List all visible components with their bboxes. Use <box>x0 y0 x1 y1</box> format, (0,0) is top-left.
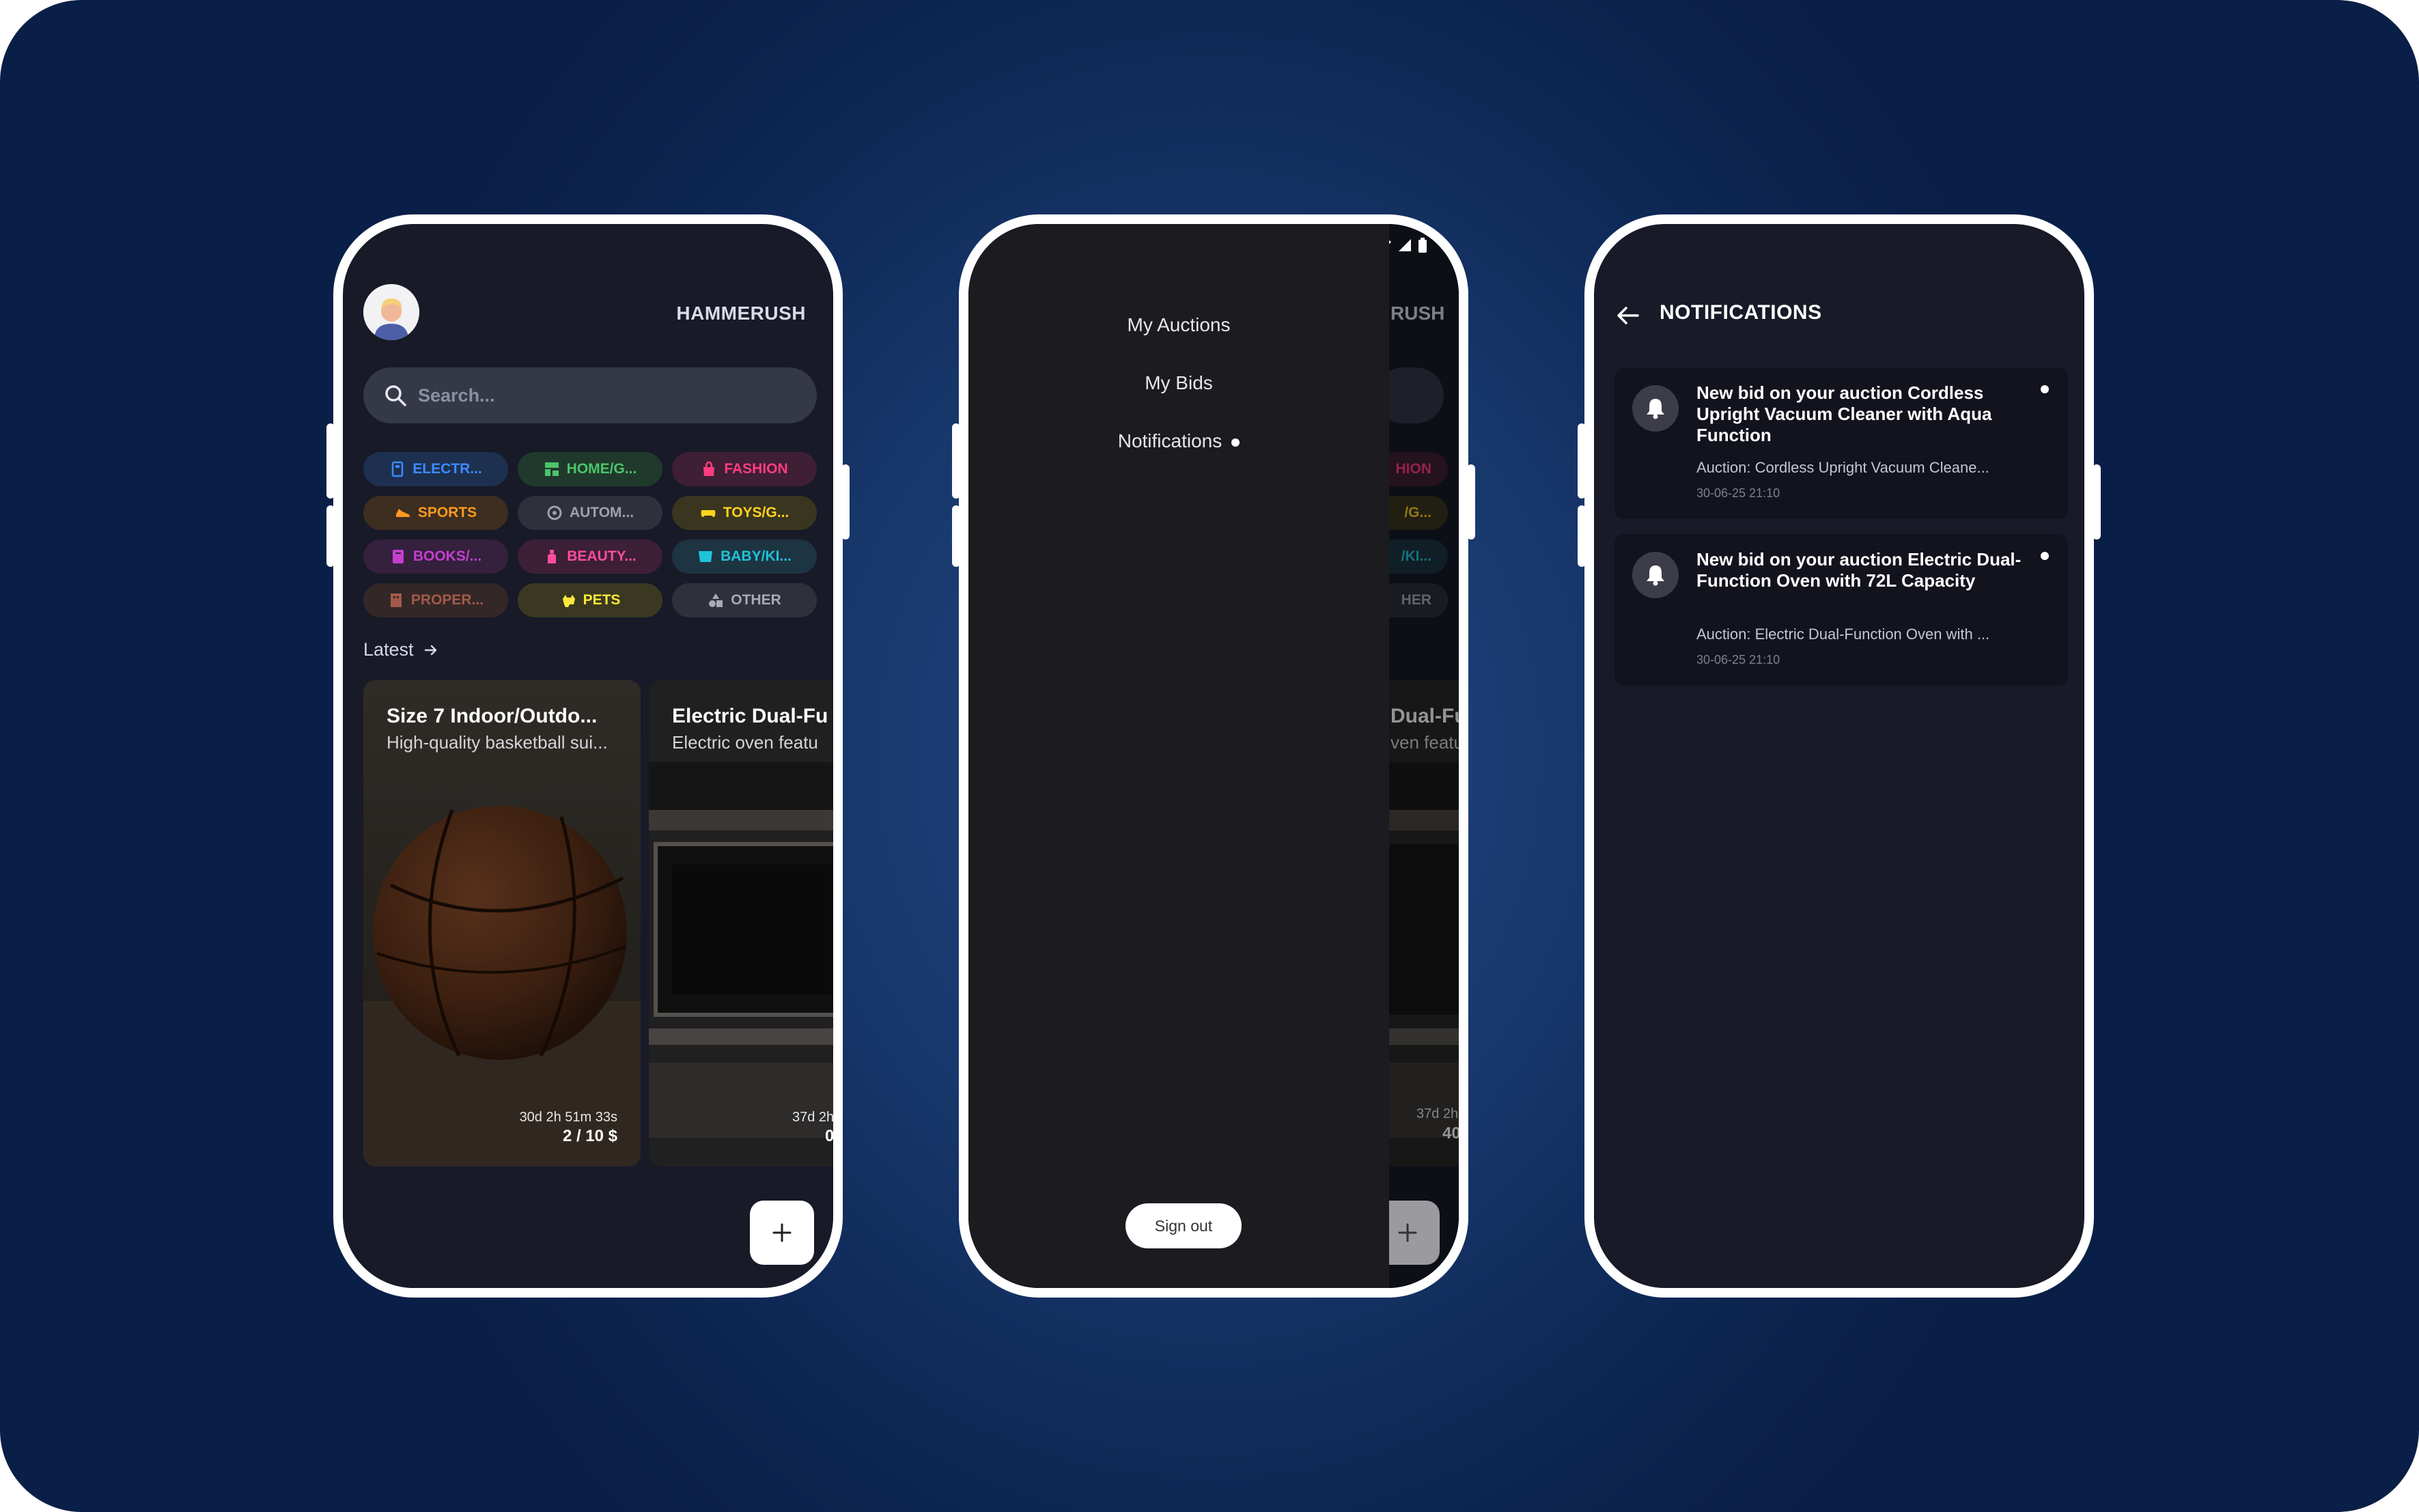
notification-avatar <box>1632 552 1679 598</box>
category-chip[interactable]: PROPER... <box>363 583 508 617</box>
arrow-right-icon <box>424 645 436 655</box>
plus-icon <box>1398 1223 1417 1242</box>
category-label: SPORTS <box>417 505 477 520</box>
category-label: BEAUTY... <box>567 548 637 564</box>
category-chip[interactable]: TOYS/G... <box>672 496 817 530</box>
search-bar[interactable] <box>363 367 817 423</box>
sports-shoe-icon <box>395 509 410 517</box>
search-input[interactable] <box>418 377 800 414</box>
card-time-left: 37d 2h <box>792 1110 833 1125</box>
card-price: 0 <box>825 1127 833 1146</box>
automotive-wheel-icon <box>547 505 562 520</box>
notification-title: New bid on your auction Cordless Upright… <box>1696 382 1992 445</box>
shapes-icon <box>709 593 723 607</box>
category-chip[interactable]: PETS <box>518 583 662 617</box>
unread-dot <box>2041 385 2049 393</box>
category-label: PROPER... <box>410 592 484 608</box>
bell-icon <box>1647 399 1664 419</box>
property-icon <box>390 593 402 607</box>
drawer-item-notifications[interactable]: Notifications <box>968 430 1389 452</box>
notification-item[interactable]: New bid on your auction Cordless Upright… <box>1614 367 2068 519</box>
fashion-bag-icon <box>703 461 715 476</box>
latest-carousel[interactable]: Size 7 Indoor/Outdo... High-quality bask… <box>363 680 833 1166</box>
home-garden-icon <box>544 462 559 476</box>
phone-home: HAMMERUSH ELECTR... HOME/G... FASHION SPORT… <box>333 214 843 1298</box>
perfume-icon <box>548 550 557 563</box>
card-description: High-quality basketball sui... <box>387 732 608 753</box>
auction-card[interactable]: Electric Dual-Fu Electric oven featu 37d… <box>649 680 833 1166</box>
book-icon <box>392 550 404 563</box>
latest-link[interactable]: Latest <box>363 639 438 660</box>
category-chip[interactable]: ELECTR... <box>363 452 508 486</box>
card-title: Electric Dual-Fu <box>672 705 828 727</box>
drawer-item-my-auctions[interactable]: My Auctions <box>968 314 1389 336</box>
category-chip[interactable]: BABY/KI... <box>672 540 817 574</box>
phone-notifications: NOTIFICATIONS New bid on your auction Co… <box>1584 214 2094 1298</box>
category-chip[interactable]: BOOKS/... <box>363 540 508 574</box>
category-label: PETS <box>583 592 621 608</box>
gamepad-icon <box>701 510 716 517</box>
notification-title: New bid on your auction Electric Dual-Fu… <box>1696 549 2022 591</box>
category-grid: ELECTR... HOME/G... FASHION SPORTS AUTOM... T… <box>363 452 817 617</box>
add-auction-button[interactable] <box>1389 1201 1440 1265</box>
category-chip[interactable]: SPORTS <box>363 496 508 530</box>
notification-time: 30-06-25 21:10 <box>1696 653 1780 667</box>
unread-dot <box>1231 438 1240 447</box>
back-arrow-icon[interactable] <box>1614 302 1642 329</box>
card-description: Electric oven featu <box>672 732 818 753</box>
category-chip[interactable]: BEAUTY... <box>518 540 662 574</box>
drawer-screen: RUSH HION /G... /KI... HER Dual-Fu ven f… <box>968 224 1459 1288</box>
latest-label: Latest <box>363 639 414 660</box>
scrim <box>1389 224 1459 1288</box>
signal-icon <box>1399 239 1411 251</box>
category-label: BOOKS/... <box>413 548 482 564</box>
add-auction-button[interactable] <box>750 1201 814 1265</box>
category-label: AUTOM... <box>569 505 634 520</box>
category-label: HOME/G... <box>566 461 637 477</box>
pet-icon <box>562 595 575 607</box>
avatar[interactable] <box>363 284 419 340</box>
auction-card[interactable]: Size 7 Indoor/Outdo... High-quality bask… <box>363 680 641 1166</box>
category-label: BABY/KI... <box>721 548 792 564</box>
sign-out-button[interactable]: Sign out <box>1125 1203 1242 1248</box>
app-title: HAMMERUSH <box>676 303 806 324</box>
category-chip[interactable]: FASHION <box>672 452 817 486</box>
category-chip[interactable]: HOME/G... <box>518 452 662 486</box>
bell-icon <box>1647 565 1664 586</box>
home-screen: HAMMERUSH ELECTR... HOME/G... FASHION SPORT… <box>343 224 833 1288</box>
category-label: OTHER <box>731 592 781 608</box>
card-price: 2 / 10 $ <box>562 1127 617 1145</box>
plus-icon <box>772 1223 792 1242</box>
drawer-item-label: Notifications <box>1117 430 1222 451</box>
notification-avatar <box>1632 385 1679 432</box>
category-chip[interactable]: OTHER <box>672 583 817 617</box>
page-title: NOTIFICATIONS <box>1660 301 1822 324</box>
electronics-icon <box>391 461 404 477</box>
category-label: ELECTR... <box>413 461 482 477</box>
card-title: Size 7 Indoor/Outdo... <box>387 705 598 727</box>
category-label: FASHION <box>724 461 788 477</box>
notification-item[interactable]: New bid on your auction Electric Dual-Fu… <box>1614 534 2068 686</box>
drawer-item-my-bids[interactable]: My Bids <box>968 372 1389 394</box>
search-icon <box>385 385 406 406</box>
category-label: TOYS/G... <box>723 505 789 520</box>
showcase-background: HAMMERUSH ELECTR... HOME/G... FASHION SPORT… <box>0 0 2419 1512</box>
battery-icon <box>1418 238 1427 253</box>
notification-subtitle: Auction: Cordless Upright Vacuum Cleane.… <box>1696 459 1989 476</box>
notification-subtitle: Auction: Electric Dual-Function Oven wit… <box>1696 626 1990 643</box>
category-chip[interactable]: AUTOM... <box>518 496 662 530</box>
dimmed-home-peek[interactable]: RUSH HION /G... /KI... HER Dual-Fu ven f… <box>1389 224 1459 1288</box>
card-time-left: 30d 2h 51m 33s <box>519 1110 617 1125</box>
navigation-drawer: My Auctions My Bids Notifications Sign o… <box>968 224 1389 1288</box>
notification-time: 30-06-25 21:10 <box>1696 486 1780 500</box>
unread-dot <box>2041 552 2049 560</box>
notifications-screen: NOTIFICATIONS New bid on your auction Co… <box>1594 224 2084 1288</box>
baby-icon <box>699 551 713 562</box>
phone-drawer: RUSH HION /G... /KI... HER Dual-Fu ven f… <box>959 214 1468 1298</box>
